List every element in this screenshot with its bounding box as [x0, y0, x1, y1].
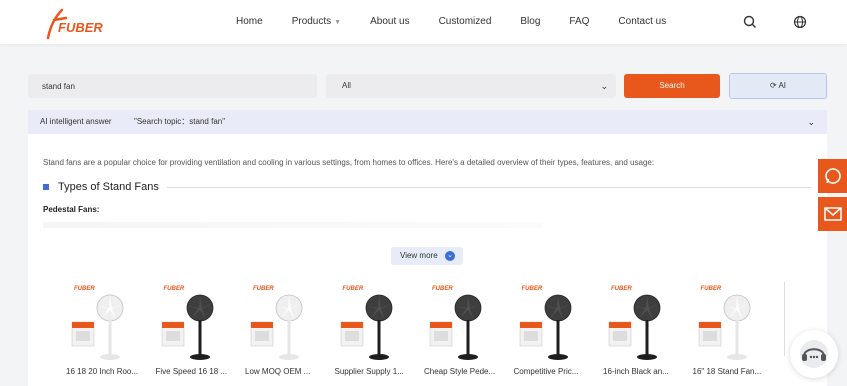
ai-panel-topic: "Search topic：stand fan" [134, 117, 226, 126]
whatsapp-icon [825, 168, 841, 184]
product-name[interactable]: Competitive Pric... [514, 367, 594, 376]
nav-customized[interactable]: Customized [439, 16, 492, 27]
divider [167, 187, 811, 188]
chat-icon [800, 340, 828, 368]
search-input[interactable] [28, 74, 317, 98]
ai-panel-header[interactable]: AI intelligent answer "Search topic：stan… [28, 110, 827, 134]
product-name[interactable]: Five Speed 16 18 ... [156, 367, 236, 376]
product-image [250, 294, 303, 360]
ai-panel-title: AI intelligent answer [40, 117, 112, 126]
product-card[interactable]: FUBER 16-inch Black an... [595, 282, 681, 386]
product-name[interactable]: Supplier Supply 1... [335, 367, 415, 376]
product-card[interactable]: FUBER Cheap Style Pede... [416, 282, 502, 386]
svg-text:FUBER: FUBER [58, 20, 103, 35]
ai-intro-text: Stand fans are a popular choice for prov… [43, 158, 655, 167]
product-image [608, 294, 661, 360]
main-nav: Home Products ▼ About us Customized Blog … [236, 16, 695, 27]
ai-search-icon: ⟳ [769, 81, 777, 90]
chevron-down-icon: ⌄ [600, 81, 608, 91]
product-image [698, 294, 750, 360]
nav-home[interactable]: Home [236, 16, 263, 27]
bullet-square-icon [43, 184, 49, 190]
section-heading: Types of Stand Fans [43, 181, 811, 193]
product-image [71, 294, 124, 360]
ai-button[interactable]: ⟳ AI [729, 73, 827, 99]
nav-products-label: Products [291, 16, 332, 27]
product-name[interactable]: Cheap Style Pede... [424, 367, 504, 376]
product-image [340, 294, 392, 360]
faded-text [43, 222, 543, 228]
site-header: FUBER Home Products ▼ About us Customized… [0, 0, 847, 44]
view-more-button[interactable]: View more ⌄ [391, 247, 463, 265]
chevron-down-icon: ⌄ [445, 251, 455, 261]
chevron-down-icon: ▼ [334, 19, 342, 26]
product-image [161, 294, 213, 360]
globe-icon[interactable] [792, 14, 808, 30]
email-button[interactable] [818, 197, 847, 231]
brand-logo[interactable]: FUBER [40, 4, 104, 42]
search-button[interactable]: Search [624, 74, 720, 98]
search-icon[interactable] [742, 14, 758, 30]
view-more-label: View more [400, 251, 438, 260]
product-card[interactable]: FUBER Supplier Supply 1... [327, 282, 413, 386]
divider [784, 282, 785, 356]
section-title: Types of Stand Fans [58, 181, 159, 193]
product-card[interactable]: FUBER Competitive Pric... [506, 282, 592, 386]
ai-button-label: AI [778, 81, 787, 90]
nav-blog[interactable]: Blog [520, 16, 540, 27]
product-image [429, 294, 482, 360]
product-card[interactable]: FUBER 16 18 20 Inch Roo... [58, 282, 144, 386]
subheading: Pedestal Fans: [43, 205, 100, 214]
category-select[interactable]: All ⌄ [326, 74, 616, 98]
product-name[interactable]: 16" 18 Stand Fan... [693, 367, 773, 376]
category-select-value: All [342, 81, 351, 90]
product-name[interactable]: Low MOQ OEM ... [245, 367, 325, 376]
whatsapp-button[interactable] [818, 159, 847, 193]
product-image [519, 294, 571, 360]
nav-about[interactable]: About us [370, 16, 409, 27]
nav-contact[interactable]: Contact us [618, 16, 666, 27]
product-card[interactable]: FUBER 16" 18 Stand Fan... [685, 282, 771, 386]
product-name[interactable]: 16-inch Black an... [603, 367, 683, 376]
email-icon [824, 207, 842, 221]
product-card[interactable]: FUBER Low MOQ OEM ... [237, 282, 323, 386]
nav-products[interactable]: Products ▼ [292, 16, 341, 27]
chat-button[interactable] [790, 330, 838, 378]
chevron-down-icon[interactable]: ⌄ [807, 110, 815, 134]
nav-faq[interactable]: FAQ [569, 16, 589, 27]
product-card[interactable]: FUBER Five Speed 16 18 ... [148, 282, 234, 386]
product-name[interactable]: 16 18 20 Inch Roo... [66, 367, 146, 376]
